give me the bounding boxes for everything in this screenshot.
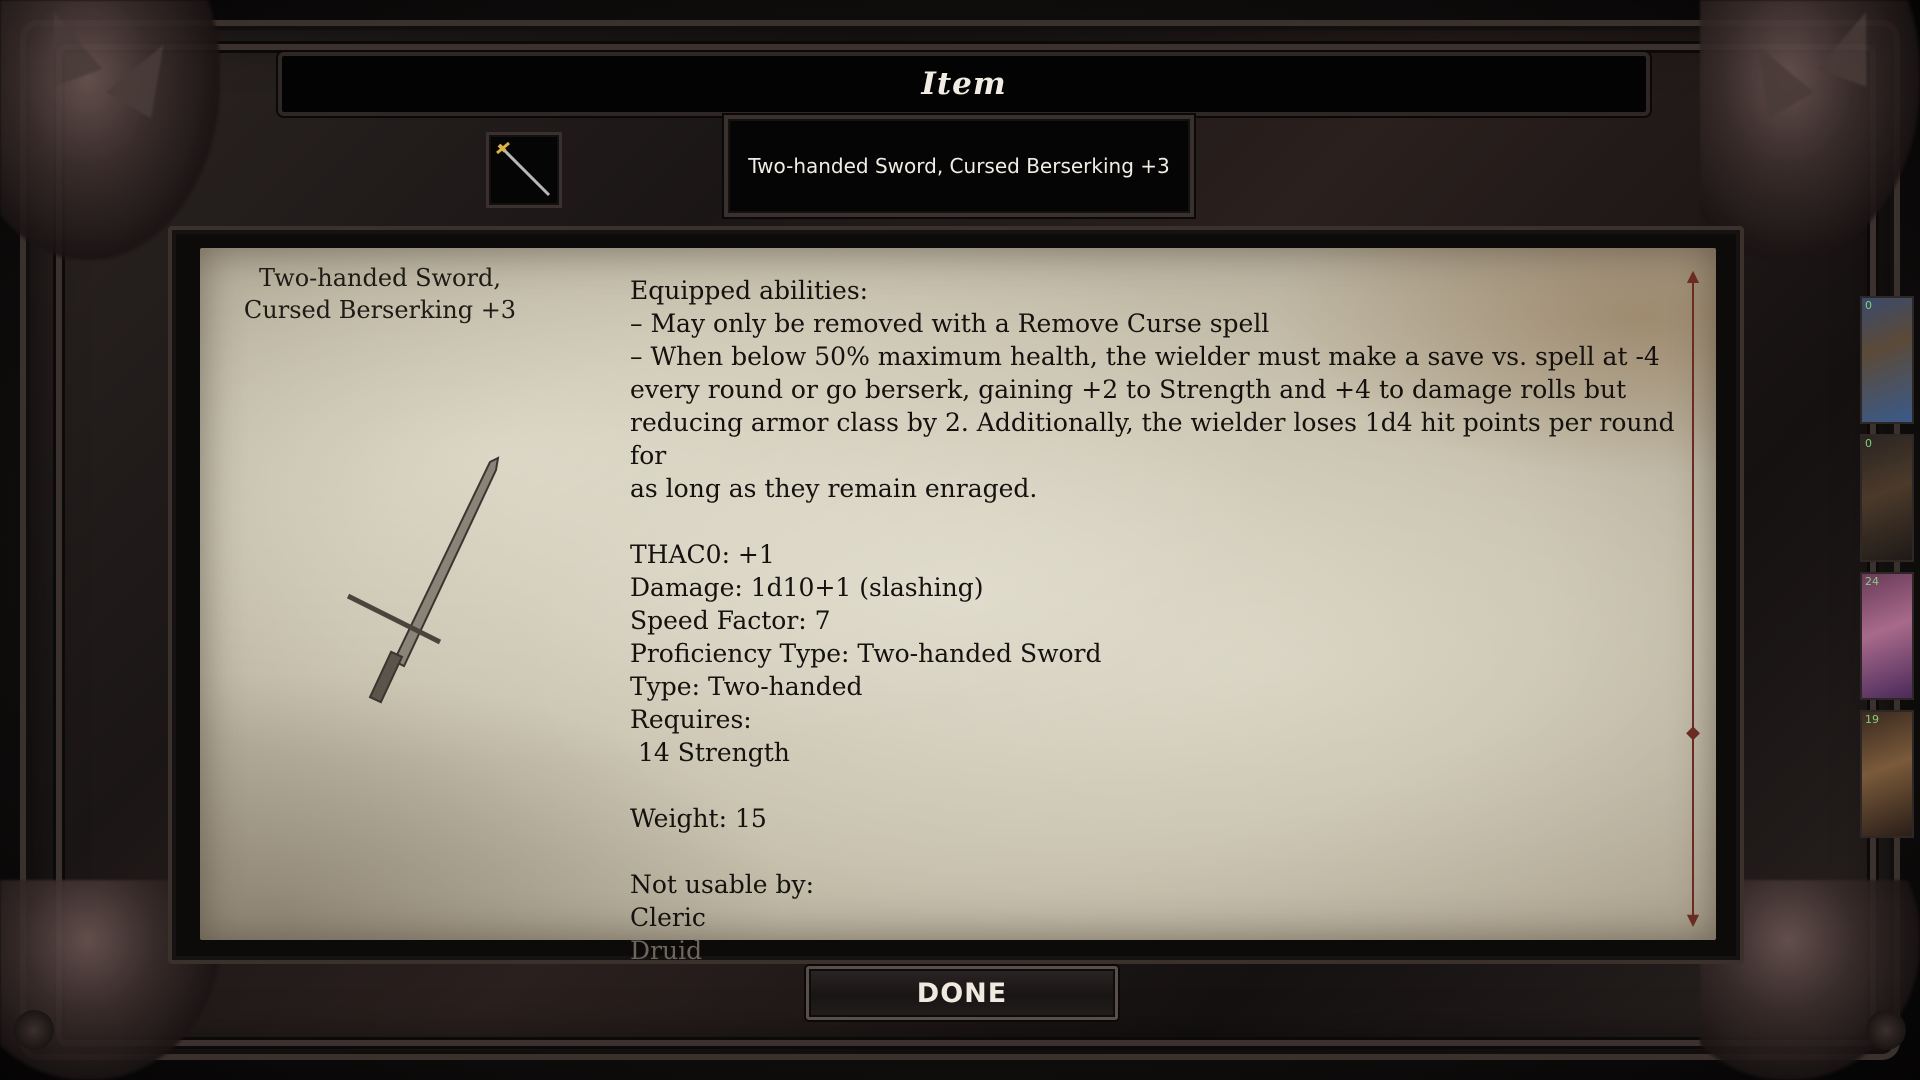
desc-line: Damage: 1d10+1 (slashing) [630, 573, 984, 602]
desc-line: reducing armor class by 2. Additionally,… [630, 408, 1683, 470]
desc-line: Druid [630, 936, 703, 965]
portrait-hp: 19 [1865, 713, 1879, 726]
dragon-ornament-top-left [0, 0, 220, 260]
party-portrait[interactable]: 0 [1860, 296, 1914, 424]
desc-line: as long as they remain enraged. [630, 474, 1038, 503]
desc-line: Weight: 15 [630, 804, 767, 833]
scroll-thumb[interactable]: ◆ [1685, 720, 1701, 746]
corner-ornament-icon [1866, 1010, 1906, 1050]
desc-line: Requires: [630, 705, 752, 734]
desc-line: – May only be removed with a Remove Curs… [630, 309, 1270, 338]
portrait-hp: 0 [1865, 299, 1872, 312]
desc-line [630, 505, 1690, 538]
item-name: Two-handed Sword, Cursed Berserking +3 [748, 154, 1170, 178]
dragon-ornament-top-right [1700, 0, 1920, 260]
item-name-box: Two-handed Sword, Cursed Berserking +3 [724, 115, 1194, 217]
item-description: Equipped abilities: – May only be remove… [630, 274, 1690, 967]
party-portrait[interactable]: 24 [1860, 572, 1914, 700]
party-portrait[interactable]: 19 [1860, 710, 1914, 838]
desc-line [630, 835, 1690, 868]
party-portrait[interactable]: 0 [1860, 434, 1914, 562]
done-button[interactable]: DONE [806, 966, 1118, 1020]
scroll-up-arrow-icon[interactable]: ▲ [1684, 268, 1702, 284]
item-screen: Item Two-handed Sword, Cursed Berserking… [0, 0, 1920, 1080]
desc-line: every round or go berserk, gaining +2 to… [630, 375, 1627, 404]
desc-line: – When below 50% maximum health, the wie… [630, 342, 1660, 371]
portrait-hp: 24 [1865, 575, 1879, 588]
desc-line: Not usable by: [630, 870, 815, 899]
title-bar: Item [278, 52, 1650, 116]
scroll-down-arrow-icon[interactable]: ▼ [1684, 912, 1702, 928]
desc-line: Type: Two-handed [630, 672, 863, 701]
desc-line: THAC0: +1 [630, 540, 775, 569]
parchment-item-title: Two-handed Sword, Cursed Berserking +3 [243, 264, 517, 324]
portrait-hp: 0 [1865, 437, 1872, 450]
party-portraits: 0 0 24 19 [1860, 296, 1916, 848]
desc-line: Equipped abilities: [630, 276, 869, 305]
corner-ornament-icon [14, 1010, 54, 1050]
description-scrollbar[interactable]: ▲ ◆ ▼ [1684, 268, 1702, 928]
window-title: Item [921, 66, 1007, 102]
sword-art [346, 456, 500, 704]
desc-line: Speed Factor: 7 [630, 606, 831, 635]
desc-line: Cleric [630, 903, 706, 932]
desc-line: Proficiency Type: Two-handed Sword [630, 639, 1102, 668]
description-parchment: Two-handed Sword, Cursed Berserking +3 E… [200, 248, 1716, 965]
scroll-track[interactable] [1692, 278, 1694, 918]
sword-icon [496, 141, 551, 197]
desc-line [630, 769, 1690, 802]
item-icon-slot [486, 132, 562, 208]
desc-line: 14 Strength [630, 738, 790, 767]
